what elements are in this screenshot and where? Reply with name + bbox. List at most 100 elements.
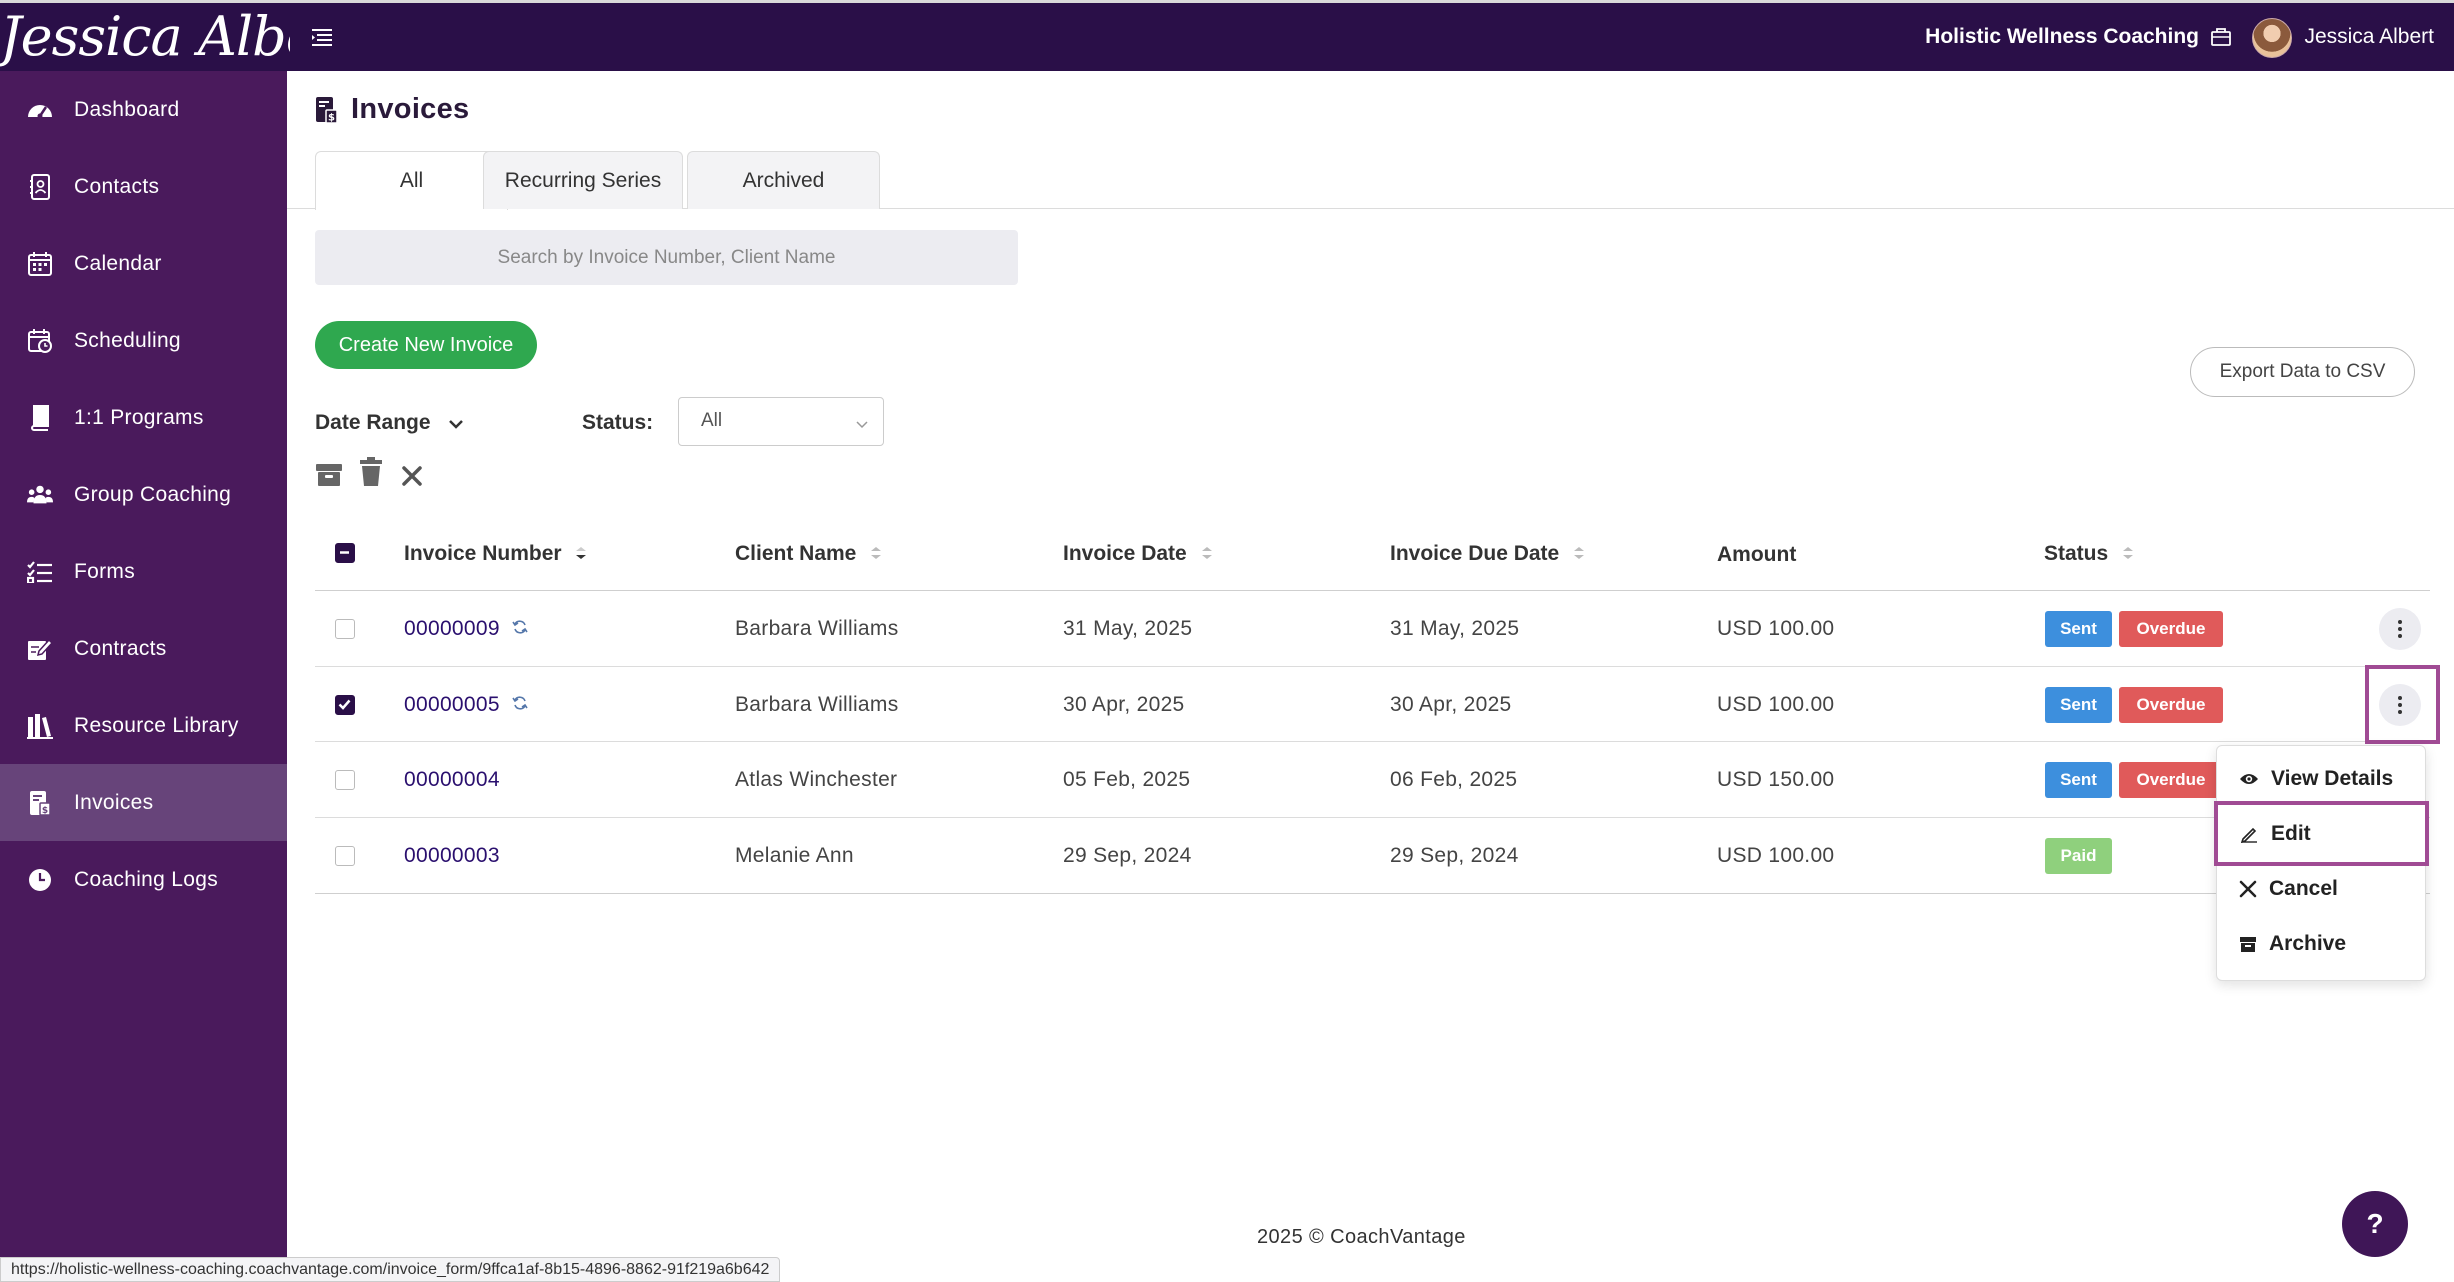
- header-due-date[interactable]: Invoice Due Date: [1390, 542, 1585, 566]
- amount: USD 100.00: [1717, 693, 1835, 716]
- sidebar-item-forms[interactable]: Forms: [0, 533, 287, 610]
- tab-recurring-series[interactable]: Recurring Series: [483, 151, 683, 209]
- header-amount: Amount: [1717, 543, 1797, 566]
- sidebar-item-invoices[interactable]: $ Invoices: [0, 764, 287, 841]
- table-row: 00000003 Melanie Ann 29 Sep, 2024 29 Sep…: [315, 818, 2430, 893]
- invoice-number[interactable]: 00000004: [404, 768, 500, 791]
- invoice-number[interactable]: 00000003: [404, 844, 500, 867]
- status-bar-url: https://holistic-wellness-coaching.coach…: [0, 1257, 781, 1282]
- chevron-down-icon: [448, 411, 464, 435]
- invoice-number-link[interactable]: 00000003: [404, 844, 500, 868]
- user-name[interactable]: Jessica Albert: [2304, 25, 2434, 49]
- sidebar-item-coaching-logs[interactable]: Coaching Logs: [0, 841, 287, 918]
- sidebar-item-label: 1:1 Programs: [74, 405, 204, 429]
- help-button[interactable]: ?: [2342, 1191, 2408, 1257]
- menu-toggle-icon[interactable]: [310, 25, 334, 49]
- invoice-date: 30 Apr, 2025: [1063, 693, 1185, 716]
- status-filter-select[interactable]: All: [678, 397, 884, 446]
- create-invoice-button[interactable]: Create New Invoice: [315, 321, 537, 369]
- chevron-down-icon: [855, 402, 869, 448]
- tab-all[interactable]: All: [315, 151, 508, 210]
- sidebar-item-resource-library[interactable]: Resource Library: [0, 687, 287, 764]
- export-csv-button[interactable]: Export Data to CSV: [2190, 347, 2415, 397]
- invoice-number[interactable]: 00000005: [404, 693, 500, 716]
- sidebar-item-contracts[interactable]: Contracts: [0, 610, 287, 687]
- sidebar-item-label: Forms: [74, 559, 135, 583]
- row-actions-button[interactable]: [2379, 608, 2421, 650]
- svg-text:$: $: [42, 806, 48, 816]
- sidebar: Dashboard Contacts Calendar Scheduling 1…: [0, 71, 287, 1282]
- sort-icon: [2122, 542, 2134, 566]
- calendar-icon: [27, 251, 53, 277]
- client-name: Atlas Winchester: [735, 768, 898, 791]
- sidebar-item-label: Invoices: [74, 790, 154, 814]
- sidebar-item-contacts[interactable]: Contacts: [0, 148, 287, 225]
- invoice-number-link[interactable]: 00000009: [404, 617, 528, 641]
- header-label: Invoice Due Date: [1390, 542, 1560, 565]
- row-checkbox[interactable]: [335, 619, 355, 639]
- header-label: Client Name: [735, 542, 857, 565]
- invoice-number-link[interactable]: 00000004: [404, 768, 500, 792]
- date-range-dropdown[interactable]: Date Range: [315, 411, 464, 435]
- eye-icon: [2240, 774, 2258, 784]
- header-invoice-number[interactable]: Invoice Number: [404, 542, 587, 566]
- recurring-icon: [512, 693, 528, 717]
- row-checkbox[interactable]: [335, 770, 355, 790]
- sidebar-item-calendar[interactable]: Calendar: [0, 225, 287, 302]
- sidebar-item-label: Contracts: [74, 636, 167, 660]
- dashboard-icon: [27, 97, 53, 123]
- tab-archived[interactable]: Archived: [687, 151, 880, 209]
- invoice-number[interactable]: 00000009: [404, 617, 500, 640]
- header-label: Status: [2044, 542, 2109, 565]
- select-all-checkbox[interactable]: [335, 543, 355, 563]
- sidebar-item-group-coaching[interactable]: Group Coaching: [0, 456, 287, 533]
- status-filter-label: Status:: [582, 411, 654, 434]
- group-icon: [27, 482, 53, 508]
- sidebar-item-dashboard[interactable]: Dashboard: [0, 71, 287, 148]
- contacts-icon: [27, 173, 53, 200]
- top-bar: Jessica Albert Holistic Wellness Coachin…: [0, 0, 2454, 71]
- header-invoice-date[interactable]: Invoice Date: [1063, 542, 1213, 566]
- search-input[interactable]: Search by Invoice Number, Client Name: [315, 230, 1018, 285]
- sort-icon: [870, 542, 882, 566]
- sidebar-item-programs[interactable]: 1:1 Programs: [0, 379, 287, 456]
- due-date: 06 Feb, 2025: [1390, 768, 1518, 791]
- header-label: Invoice Date: [1063, 542, 1187, 565]
- switch-business-icon[interactable]: [2210, 27, 2232, 47]
- date-range-label: Date Range: [315, 411, 431, 434]
- amount: USD 100.00: [1717, 844, 1835, 867]
- status-badge-overdue: Overdue: [2119, 762, 2223, 798]
- menu-cancel[interactable]: Cancel: [2239, 877, 2338, 901]
- sidebar-item-label: Scheduling: [74, 328, 181, 352]
- sidebar-item-label: Coaching Logs: [74, 867, 218, 891]
- invoice-date: 29 Sep, 2024: [1063, 844, 1192, 867]
- business-name[interactable]: Holistic Wellness Coaching: [1925, 25, 2199, 49]
- logo[interactable]: Jessica Albert: [0, 3, 290, 71]
- menu-archive[interactable]: Archive: [2239, 932, 2346, 956]
- header-client-name[interactable]: Client Name: [735, 542, 882, 566]
- row-checkbox[interactable]: [335, 695, 355, 715]
- amount: USD 100.00: [1717, 617, 1835, 640]
- bulk-clear-icon[interactable]: [401, 465, 429, 495]
- invoice-number-link[interactable]: 00000005: [404, 693, 528, 717]
- menu-view-details[interactable]: View Details: [2239, 767, 2393, 791]
- status-badge-sent: Sent: [2045, 611, 2112, 647]
- kebab-icon: [2398, 620, 2402, 638]
- status-badge-overdue: Overdue: [2119, 611, 2223, 647]
- client-name: Barbara Williams: [735, 617, 899, 640]
- user-avatar[interactable]: [2252, 18, 2292, 58]
- sort-icon: [1573, 542, 1585, 566]
- sidebar-item-scheduling[interactable]: Scheduling: [0, 302, 287, 379]
- row-checkbox[interactable]: [335, 846, 355, 866]
- contract-icon: [27, 636, 53, 662]
- clock-icon: [27, 867, 53, 893]
- close-icon: [2239, 880, 2257, 898]
- status-badge-sent: Sent: [2045, 687, 2112, 723]
- invoice-date: 31 May, 2025: [1063, 617, 1193, 640]
- header-status[interactable]: Status: [2044, 542, 2134, 566]
- archive-icon: [2240, 937, 2256, 952]
- bulk-archive-icon[interactable]: [315, 460, 343, 490]
- table-row: 00000009 Barbara Williams 31 May, 2025 3…: [315, 591, 2430, 666]
- bulk-delete-icon[interactable]: [359, 457, 387, 487]
- book-icon: [27, 404, 53, 431]
